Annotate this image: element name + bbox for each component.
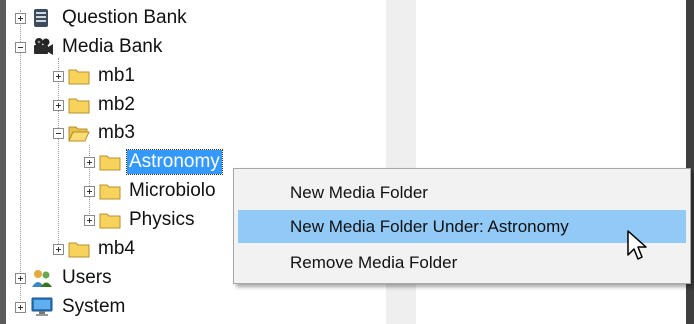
tree-node-question-bank[interactable]: Question Bank: [15, 5, 189, 31]
tree-node-mb3[interactable]: mb3: [53, 120, 137, 146]
mouse-pointer-icon: [627, 230, 647, 260]
tree-label: Physics: [129, 209, 195, 230]
folder-icon: [99, 155, 121, 171]
open-folder-icon: [68, 126, 90, 142]
database-icon: [34, 9, 48, 27]
menu-item-label: New Media Folder Under: Astronomy: [290, 216, 569, 236]
users-icon: [32, 270, 52, 287]
tree-node-media-bank[interactable]: Media Bank: [15, 34, 164, 60]
tree-node-microbiology[interactable]: Microbiolo: [84, 178, 218, 204]
expand-icon[interactable]: [15, 272, 26, 284]
folder-icon: [68, 98, 90, 114]
expand-icon[interactable]: [53, 70, 64, 82]
tree-label: System: [62, 296, 126, 317]
tree-node-astronomy[interactable]: Astronomy: [84, 149, 223, 175]
tree-node-mb2[interactable]: mb2: [53, 92, 137, 118]
expand-icon[interactable]: [15, 12, 26, 24]
tree-label: Microbiolo: [129, 180, 216, 201]
menu-item-new-media-folder[interactable]: New Media Folder: [238, 176, 686, 209]
tree-node-users[interactable]: Users: [15, 265, 114, 291]
collapse-icon[interactable]: [15, 41, 26, 53]
tree-label: mb4: [98, 238, 135, 259]
expand-icon[interactable]: [53, 243, 64, 255]
tree-label: Media Bank: [62, 36, 163, 57]
context-menu: New Media Folder New Media Folder Under:…: [233, 168, 691, 284]
expand-icon[interactable]: [84, 185, 95, 197]
expand-icon[interactable]: [53, 99, 64, 111]
tree-node-mb4[interactable]: mb4: [53, 236, 137, 262]
tree-label: mb3: [98, 122, 135, 143]
folder-icon: [68, 242, 90, 258]
expand-icon[interactable]: [15, 301, 26, 313]
expand-icon[interactable]: [84, 156, 95, 168]
menu-item-remove-media-folder[interactable]: Remove Media Folder: [238, 246, 686, 279]
menu-item-label: New Media Folder: [290, 182, 428, 202]
tree-label: mb2: [98, 94, 135, 115]
tree-node-system[interactable]: System: [15, 294, 127, 320]
camera-icon: [34, 38, 53, 55]
tree-node-physics[interactable]: Physics: [84, 207, 196, 233]
tree-label: Question Bank: [62, 7, 187, 28]
menu-item-label: Remove Media Folder: [290, 252, 458, 272]
tree-label: mb1: [98, 65, 135, 86]
tree-label-selected: Astronomy: [126, 149, 223, 175]
folder-icon: [99, 213, 121, 229]
collapse-icon[interactable]: [53, 127, 64, 139]
menu-item-new-media-folder-under[interactable]: New Media Folder Under: Astronomy: [238, 210, 686, 243]
folder-icon: [99, 184, 121, 200]
folder-icon: [68, 69, 90, 85]
tree-node-mb1[interactable]: mb1: [53, 63, 137, 89]
expand-icon[interactable]: [84, 214, 95, 226]
tree-label: Users: [62, 267, 112, 288]
computer-icon: [31, 297, 53, 316]
